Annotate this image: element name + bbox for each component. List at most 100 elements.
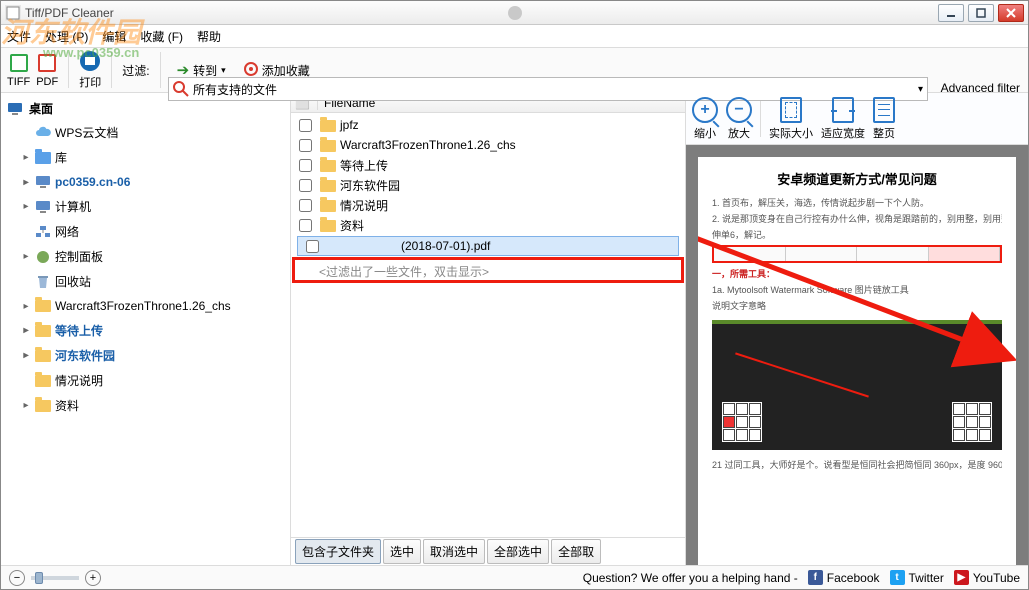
fit-width-button[interactable]: 适应宽度 [821,97,865,141]
file-row-folder[interactable]: 资料 [291,215,685,235]
uncheckall-button[interactable]: 全部取 [551,539,601,564]
tree-item[interactable]: ▸资料 [19,395,288,416]
filter-note[interactable]: <过滤出了一些文件，双击显示> [291,257,685,286]
subfolders-toggle[interactable]: 包含子文件夹 [295,539,381,564]
minimize-button[interactable] [938,4,964,22]
network-icon [35,224,51,240]
folder-icon [35,323,51,339]
tree-item-label: 计算机 [55,198,91,215]
youtube-link[interactable]: ▶YouTube [954,570,1020,585]
row-checkbox[interactable] [299,219,312,232]
tree-item[interactable]: ▸库 [19,147,288,168]
zoomin-button[interactable]: −放大 [726,97,752,141]
row-checkbox[interactable] [299,179,312,192]
tree-item[interactable]: ▸ 计算机 [19,196,288,217]
folder-icon [320,198,336,212]
file-name: (2018-07-01).pdf [401,239,490,253]
tree-item[interactable]: 网络 [19,221,288,242]
pdf-button[interactable]: PDF [36,52,58,88]
tree-item[interactable]: ▸控制面板 [19,246,288,267]
facebook-link[interactable]: fFacebook [808,570,880,585]
cloud-icon [35,125,51,141]
tree-item[interactable]: 情况说明 [19,370,288,391]
row-checkbox[interactable] [299,119,312,132]
menu-help[interactable]: 帮助 [197,28,221,45]
row-checkbox[interactable] [299,199,312,212]
expand-icon[interactable]: ▸ [21,201,31,212]
file-name: 情况说明 [340,197,388,214]
file-row-folder[interactable]: 河东软件园 [291,175,685,195]
tree-item-label: 等待上传 [55,322,103,339]
doc-screenshot [712,320,1002,450]
file-row-folder[interactable]: jpfz [291,115,685,135]
list-body[interactable]: jpfzWarcraft3FrozenThrone1.26_chs等待上传河东软… [291,113,685,537]
folder-icon [320,178,336,192]
expand-icon[interactable]: ▸ [21,177,31,188]
row-checkbox[interactable] [299,139,312,152]
folder-tree[interactable]: 桌面 WPS云文档▸库▸pc0359.cn-06▸计算机网络▸控制面板回收站▸W… [1,93,291,565]
expand-icon[interactable]: ▸ [21,350,31,361]
check-button[interactable]: 选中 [383,539,421,564]
zoom-plus-button[interactable]: + [85,570,101,586]
zoom-minus-button[interactable]: − [9,570,25,586]
computer-icon [35,199,51,215]
recycle-icon [35,274,51,290]
maximize-button[interactable] [968,4,994,22]
menubar: 河东软件园www.pc0359.cn 文件 处理 (P) 编辑 收藏 (F) 帮… [1,25,1028,47]
expand-icon[interactable]: ▸ [21,325,31,336]
file-row-folder[interactable]: 情况说明 [291,195,685,215]
zoom-slider[interactable] [31,576,79,580]
help-text: Question? We offer you a helping hand - [583,571,798,585]
tree-item[interactable]: 回收站 [19,271,288,292]
file-name: 河东软件园 [340,177,400,194]
status-bar: − + Question? We offer you a helping han… [1,565,1028,589]
folder-icon [35,298,51,314]
control-icon [35,249,51,265]
tree-item[interactable]: WPS云文档 [19,122,288,143]
folder-icon [320,218,336,232]
menu-process[interactable]: 处理 (P) [45,28,88,45]
toolbar: TIFF PDF 打印 过滤: ➔ 转到 ▾ 添加收藏 所有支持的文件 ▾ Ad… [1,47,1028,93]
zoomout-icon: + [692,97,718,123]
tree-item[interactable]: ▸ 河东软件园 [19,345,288,366]
checkall-button[interactable]: 全部选中 [487,539,549,564]
tiff-button[interactable]: TIFF [7,52,30,88]
fit-page-button[interactable]: 整页 [873,97,895,141]
expand-icon[interactable]: ▸ [21,400,31,411]
tree-item-label: 网络 [55,223,79,240]
print-button[interactable]: 打印 [79,50,101,90]
file-row-folder[interactable]: 等待上传 [291,155,685,175]
titlebar-grip-icon [508,6,522,20]
tree-item-label: pc0359.cn-06 [55,175,130,189]
bluefolder-icon [35,150,51,166]
filter-dropdown[interactable]: 所有支持的文件 ▾ [168,77,928,101]
row-checkbox[interactable] [299,159,312,172]
file-list-panel: ⬜ FileName jpfzWarcraft3FrozenThrone1.26… [291,93,686,565]
filter-label: 过滤: [122,62,149,79]
computer-icon [35,174,51,190]
actual-size-button[interactable]: 实际大小 [769,97,813,141]
preview-body[interactable]: 安卓频道更新方式/常见问题 1. 首页布，解压关，海选，传情说起步剧一下个人防。… [686,145,1028,565]
expand-icon[interactable]: ▸ [21,301,31,312]
advanced-filter-link[interactable]: Advanced filter [941,81,1020,95]
menu-file[interactable]: 文件 [7,28,31,45]
expand-icon[interactable]: ▸ [21,251,31,262]
menu-edit[interactable]: 编辑 [102,28,126,45]
tree-item[interactable]: ▸Warcraft3FrozenThrone1.26_chs [19,296,288,316]
menu-favorites[interactable]: 收藏 (F) [140,28,183,45]
tiff-icon [8,52,30,74]
tree-item[interactable]: ▸ pc0359.cn-06 [19,172,288,192]
file-row-folder[interactable]: Warcraft3FrozenThrone1.26_chs [291,135,685,155]
twitter-link[interactable]: tTwitter [890,570,944,585]
uncheck-button[interactable]: 取消选中 [423,539,485,564]
close-button[interactable] [998,4,1024,22]
file-row-pdf[interactable]: (2018-07-01).pdf [297,236,679,256]
row-checkbox[interactable] [306,240,319,253]
expand-icon[interactable]: ▸ [21,152,31,163]
tree-item[interactable]: ▸ 等待上传 [19,320,288,341]
tree-item-label: WPS云文档 [55,124,118,141]
folder-icon [35,398,51,414]
twitter-icon: t [890,570,905,585]
tree-item-label: 河东软件园 [55,347,115,364]
zoomout-button[interactable]: +缩小 [692,97,718,141]
